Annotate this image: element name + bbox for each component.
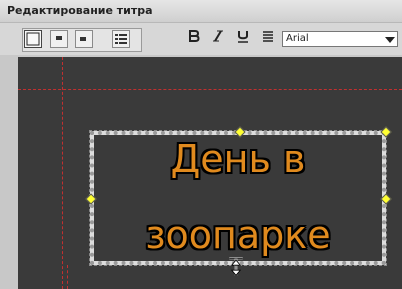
- align-left-button[interactable]: [75, 30, 93, 48]
- box-style-icon: [26, 32, 40, 46]
- box-style-button[interactable]: [24, 30, 42, 48]
- font-family-select[interactable]: Arial: [282, 31, 398, 47]
- chevron-down-icon[interactable]: [385, 37, 395, 43]
- window-title: Редактирование титра: [7, 4, 153, 17]
- title-text-line-2[interactable]: зоопарке: [94, 213, 382, 257]
- list-button[interactable]: [112, 30, 130, 48]
- underline-button[interactable]: [237, 29, 249, 46]
- align-left-icon: [80, 37, 86, 41]
- safe-area-guide-horizontal: [18, 89, 402, 90]
- window-titlebar: Редактирование титра: [0, 0, 402, 23]
- bold-icon: [189, 30, 200, 42]
- title-text-line-1[interactable]: День в: [94, 137, 382, 181]
- safe-area-guide-corner: [67, 265, 68, 289]
- align-top-button[interactable]: [50, 30, 68, 48]
- italic-icon: [213, 30, 223, 42]
- underline-icon: [238, 31, 248, 43]
- font-family-value: Arial: [286, 33, 309, 44]
- title-canvas[interactable]: День в зоопарке: [18, 57, 402, 289]
- list-icon: [115, 34, 127, 44]
- bold-button[interactable]: [188, 29, 200, 46]
- italic-button[interactable]: [212, 29, 224, 46]
- title-editor-window: Редактирование титра Arial День в зоопар…: [0, 0, 402, 289]
- text-box[interactable]: День в зоопарке: [89, 130, 387, 266]
- safe-area-guide-vertical: [62, 57, 63, 289]
- justify-button[interactable]: [262, 29, 274, 46]
- justify-icon: [263, 31, 273, 42]
- align-top-icon: [56, 36, 62, 40]
- resize-vertical-cursor-icon: [229, 257, 243, 276]
